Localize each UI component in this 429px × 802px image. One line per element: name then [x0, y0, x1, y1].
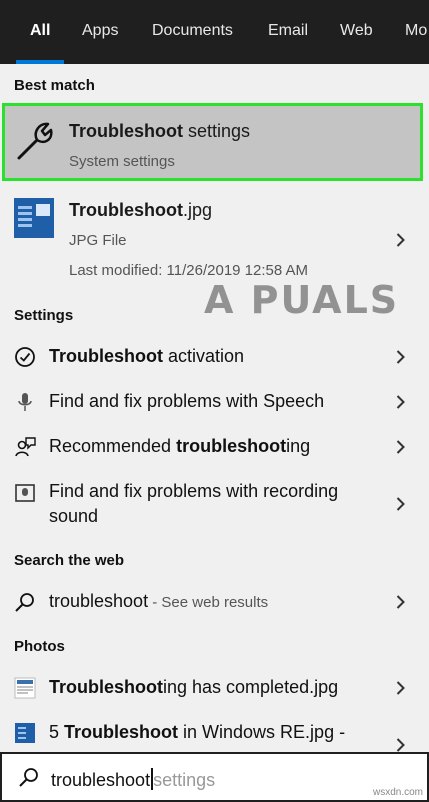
chevron-right-icon[interactable]: [396, 395, 405, 409]
file-type: JPG File: [69, 232, 127, 249]
best-match-title: Troubleshoot settings: [69, 121, 251, 141]
tab-all[interactable]: All: [15, 0, 66, 64]
chevron-right-icon[interactable]: [396, 440, 405, 454]
settings-item-recording-sound[interactable]: Find and fix problems with recording soun…: [0, 479, 429, 531]
file-modified: Last modified: 11/26/2019 12:58 AM: [69, 262, 309, 279]
search-suggestion: settings: [153, 770, 216, 790]
photo-item[interactable]: Troubleshooting has completed.jpg: [0, 675, 429, 703]
photos-heading: Photos: [14, 638, 65, 655]
chevron-right-icon[interactable]: [396, 681, 405, 695]
best-match-subtitle: System settings: [69, 153, 175, 170]
image-thumbnail-icon: [14, 198, 54, 238]
search-web-heading: Search the web: [14, 552, 125, 569]
chevron-right-icon[interactable]: [396, 738, 405, 752]
chevron-right-icon[interactable]: [396, 497, 405, 511]
best-match-result[interactable]: Troubleshoot settings System settings: [2, 103, 423, 181]
watermark-logo: A PUALS: [204, 278, 400, 322]
settings-item-troubleshoot-activation[interactable]: Troubleshoot activation: [0, 344, 429, 372]
settings-item-label: Recommended troubleshooting: [49, 436, 311, 456]
document-image-icon: [14, 677, 36, 699]
tab-web[interactable]: Web: [340, 0, 373, 64]
best-match-heading: Best match: [14, 77, 95, 94]
settings-item-label: Find and fix problems with Speech: [49, 391, 325, 411]
search-input[interactable]: troubleshoot settings: [51, 768, 215, 791]
settings-item-label: Find and fix problems with recording soun…: [49, 481, 339, 526]
settings-item-speech[interactable]: Find and fix problems with Speech: [0, 389, 429, 417]
image-thumbnail-icon: [15, 723, 35, 743]
photo-item-label: 5 Troubleshoot in Windows RE.jpg -: [49, 722, 346, 742]
settings-item-recommended-troubleshooting[interactable]: Recommended troubleshooting: [0, 434, 429, 462]
file-title: Troubleshoot.jpg: [69, 200, 213, 220]
web-search-result[interactable]: troubleshoot - See web results: [0, 589, 429, 617]
tab-apps[interactable]: Apps: [82, 0, 118, 64]
recording-icon: [15, 484, 35, 502]
credit-text: wsxdn.com: [372, 787, 423, 798]
wrench-icon: [17, 122, 53, 160]
search-icon: [19, 768, 38, 787]
filter-tab-bar: All Apps Documents Email Web Mo: [0, 0, 429, 64]
person-chat-icon: [15, 437, 36, 457]
microphone-icon: [18, 393, 32, 411]
photo-item-label: Troubleshooting has completed.jpg: [49, 677, 339, 697]
search-box[interactable]: troubleshoot settings wsxdn.com: [0, 752, 429, 802]
file-result-troubleshoot-jpg[interactable]: Troubleshoot.jpg JPG File Last modified:…: [0, 190, 429, 290]
search-icon: [15, 593, 34, 612]
chevron-right-icon[interactable]: [396, 233, 405, 247]
settings-item-label: Troubleshoot activation: [49, 346, 245, 366]
tab-more[interactable]: Mo: [405, 0, 427, 64]
chevron-right-icon[interactable]: [396, 350, 405, 364]
checkmark-circle-icon: [15, 347, 35, 367]
settings-heading: Settings: [14, 307, 74, 324]
tab-email[interactable]: Email: [268, 0, 308, 64]
web-search-label: troubleshoot - See web results: [49, 591, 269, 611]
tab-documents[interactable]: Documents: [152, 0, 233, 64]
photo-item[interactable]: 5 Troubleshoot in Windows RE.jpg -: [0, 720, 429, 752]
chevron-right-icon[interactable]: [396, 595, 405, 609]
